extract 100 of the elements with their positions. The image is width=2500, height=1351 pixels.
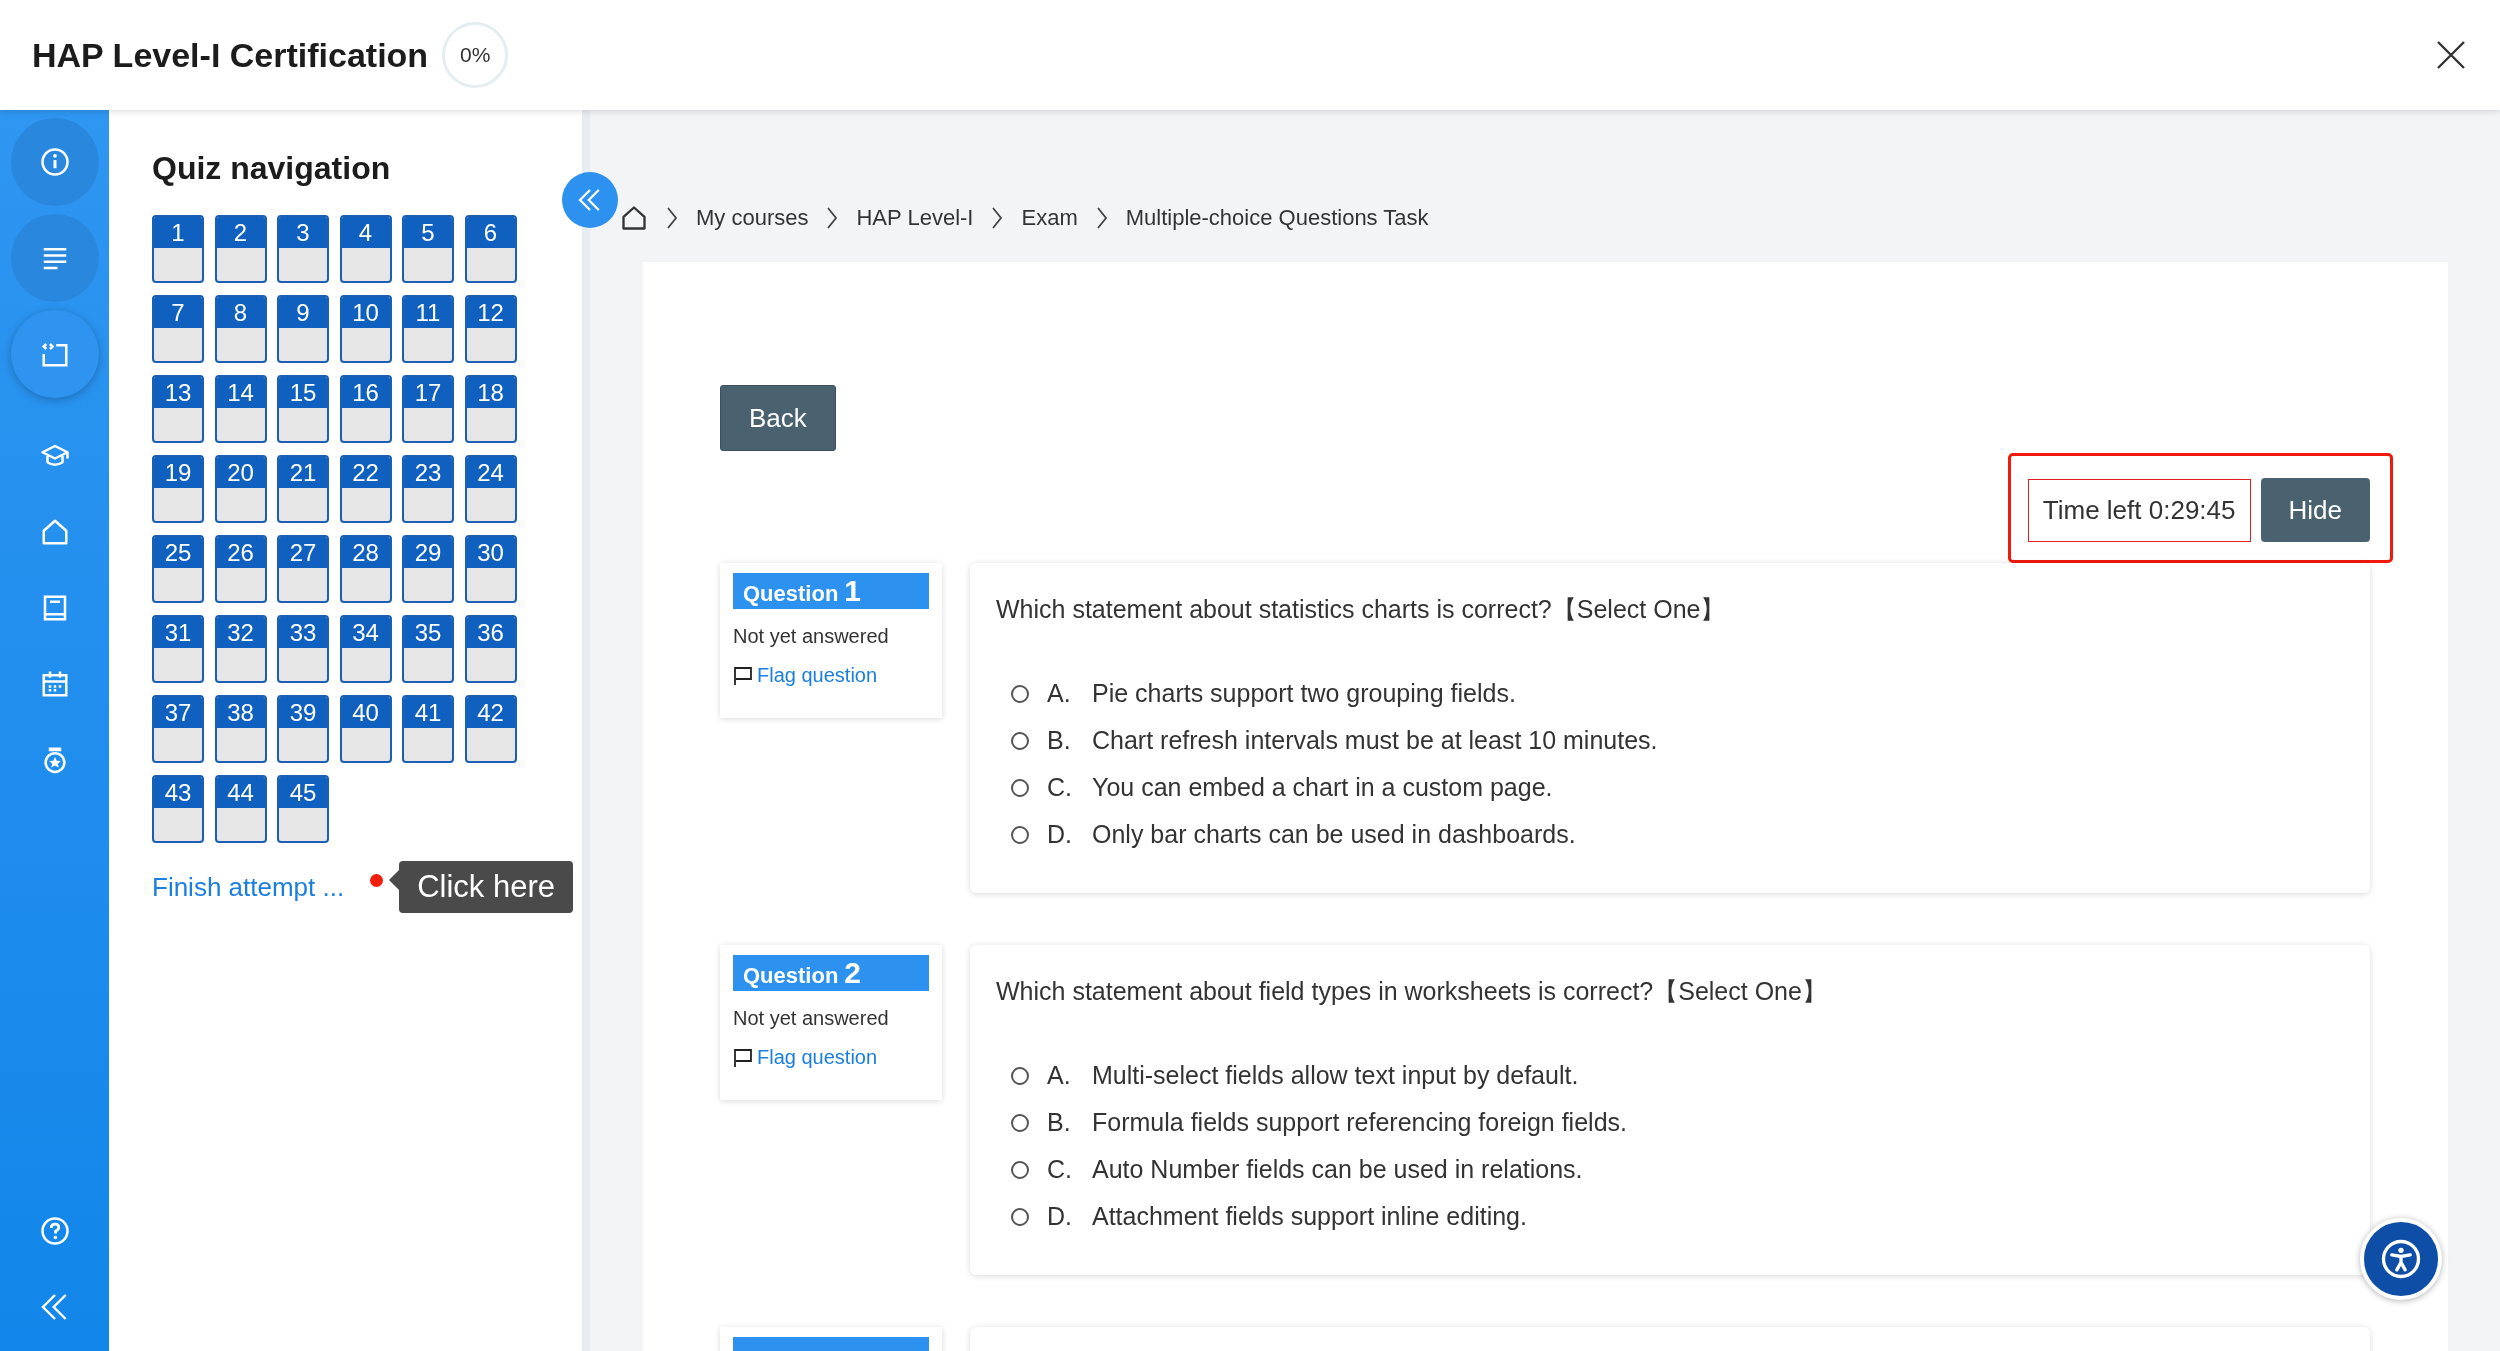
accessibility-icon — [2381, 1239, 2421, 1279]
option-letter: C. — [1047, 773, 1073, 802]
time-left-display: Time left 0:29:45 — [2027, 478, 2251, 542]
chevron-icon — [1095, 206, 1108, 230]
question-tile[interactable]: 37 — [152, 695, 204, 763]
question-tile[interactable]: 7 — [152, 295, 204, 363]
chevron-icon — [666, 206, 678, 230]
question-tile[interactable]: 36 — [464, 615, 517, 683]
breadcrumb-link[interactable]: Multiple-choice Questions Task — [1125, 205, 1429, 231]
option-letter: C. — [1047, 1155, 1073, 1184]
question-label: Question — [743, 580, 839, 608]
question-tile[interactable]: 14 — [214, 375, 267, 443]
question-tile[interactable]: 41 — [402, 695, 454, 763]
radio-button[interactable] — [1011, 1160, 1029, 1179]
rail-button[interactable] — [10, 310, 99, 398]
radio-button[interactable] — [1011, 1207, 1029, 1226]
question-tile[interactable]: 29 — [402, 535, 454, 603]
question-tile[interactable]: 19 — [152, 455, 204, 523]
option-text: Formula fields support referencing foreign fields. — [1092, 1108, 1627, 1137]
question-number: 1 — [844, 573, 862, 609]
tooltip-pointer-icon — [389, 870, 400, 890]
answer-status: Not yet answered — [733, 1007, 890, 1030]
option-letter: A. — [1047, 1061, 1072, 1090]
question-tile[interactable]: 38 — [214, 695, 267, 763]
question-number: 2 — [844, 955, 862, 991]
close-icon[interactable] — [2436, 40, 2466, 70]
question-tile[interactable]: 40 — [339, 695, 392, 763]
question-tile[interactable]: 13 — [152, 375, 204, 443]
radio-button[interactable] — [1011, 731, 1029, 750]
question-tile[interactable]: 6 — [464, 215, 517, 283]
answer-status: Not yet answered — [733, 625, 890, 648]
notification-dot — [370, 873, 384, 887]
radio-button[interactable] — [1011, 778, 1029, 797]
flag-question-link[interactable]: Flag question — [733, 1046, 929, 1069]
question-tile[interactable]: 28 — [339, 535, 392, 603]
question-tile[interactable]: 20 — [214, 455, 267, 523]
progress-badge: 0% — [442, 22, 509, 88]
chevron-icon — [826, 206, 839, 230]
back-button[interactable]: Back — [720, 385, 836, 451]
option-text: Auto Number fields can be used in relations. — [1092, 1155, 1583, 1184]
chevron-icon — [991, 206, 1004, 230]
question-tile[interactable]: 34 — [339, 615, 392, 683]
question-tile[interactable]: 11 — [402, 295, 454, 363]
radio-button[interactable] — [1011, 1066, 1029, 1085]
flag-icon — [733, 665, 753, 686]
question-tile[interactable]: 15 — [277, 375, 329, 443]
question-tile[interactable]: 22 — [339, 455, 392, 523]
breadcrumb-link[interactable]: HAP Level-I — [856, 205, 974, 231]
panel-title: Quiz navigation — [152, 150, 392, 187]
question-text: Which statement about field types in worksheets is correct?【Select One】 — [996, 976, 1828, 1007]
question-tile[interactable]: 8 — [214, 295, 267, 363]
question-tile[interactable]: 39 — [277, 695, 329, 763]
info-icon — [39, 147, 70, 177]
question-tile[interactable]: 21 — [277, 455, 329, 523]
option-text: You can embed a chart in a custom page. — [1092, 773, 1553, 802]
home-icon[interactable] — [620, 204, 648, 232]
flag-question-link[interactable]: Flag question — [733, 664, 929, 687]
question-tile[interactable]: 32 — [214, 615, 267, 683]
option-letter: A. — [1047, 679, 1072, 708]
option-letter: D. — [1047, 820, 1073, 849]
option-text: Multi-select fields allow text input by default. — [1092, 1061, 1579, 1090]
question-tile[interactable]: 1 — [152, 215, 204, 283]
radio-button[interactable] — [1011, 825, 1029, 844]
breadcrumb-link[interactable]: Exam — [1021, 205, 1078, 231]
question-tile[interactable]: 35 — [402, 615, 454, 683]
question-tile[interactable]: 43 — [152, 775, 204, 843]
question-tile[interactable]: 17 — [402, 375, 454, 443]
question-tile[interactable]: 2 — [214, 215, 267, 283]
question-tile[interactable]: 18 — [464, 375, 517, 443]
question-tile[interactable]: 27 — [277, 535, 329, 603]
question-tile[interactable]: 30 — [464, 535, 517, 603]
question-tile[interactable]: 25 — [152, 535, 204, 603]
option-text: Chart refresh intervals must be at least 10 minutes. — [1092, 726, 1658, 755]
question-tile[interactable]: 33 — [277, 615, 329, 683]
course-title: HAP Level-I Certification — [32, 35, 429, 75]
question-tile[interactable]: 31 — [152, 615, 204, 683]
option-text: Attachment fields support inline editing. — [1092, 1202, 1527, 1231]
question-tile[interactable]: 3 — [277, 215, 329, 283]
question-tile[interactable]: 10 — [339, 295, 392, 363]
breadcrumb-link[interactable]: My courses — [696, 205, 809, 231]
question-tile[interactable]: 26 — [214, 535, 267, 603]
help-icon — [39, 1216, 70, 1246]
question-tile[interactable]: 23 — [402, 455, 454, 523]
question-tile[interactable]: 5 — [402, 215, 454, 283]
option-letter: B. — [1047, 726, 1072, 755]
option-letter: D. — [1047, 1202, 1073, 1231]
question-tile[interactable]: 24 — [464, 455, 517, 523]
finish-attempt-link[interactable]: Finish attempt ... — [152, 871, 345, 903]
question-tile[interactable]: 16 — [339, 375, 392, 443]
question-tile[interactable]: 9 — [277, 295, 329, 363]
flag-icon — [733, 1047, 753, 1068]
question-tile[interactable]: 4 — [339, 215, 392, 283]
radio-button[interactable] — [1011, 684, 1029, 703]
option-letter: B. — [1047, 1108, 1072, 1137]
question-tile[interactable]: 44 — [214, 775, 267, 843]
radio-button[interactable] — [1011, 1113, 1029, 1132]
question-tile[interactable]: 12 — [464, 295, 517, 363]
question-tile[interactable]: 42 — [464, 695, 517, 763]
hide-button[interactable]: Hide — [2260, 478, 2370, 542]
question-tile[interactable]: 45 — [277, 775, 329, 843]
